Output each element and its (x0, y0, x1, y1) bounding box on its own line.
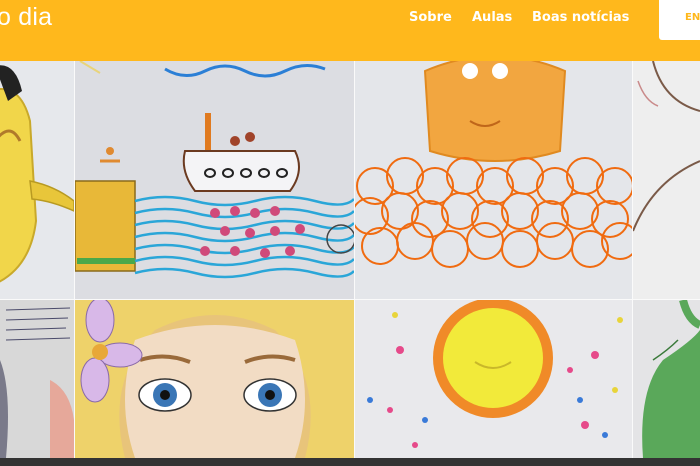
gallery-tile-text[interactable] (0, 300, 74, 458)
orange-sun-drawing-image (355, 61, 632, 299)
girl-drawing-image (75, 300, 354, 458)
ship-drawing-image (75, 61, 354, 299)
kettle-drawing-image (0, 61, 74, 299)
nav-link-aulas[interactable]: Aulas (472, 10, 512, 25)
sketch-drawing-image (633, 61, 700, 299)
gallery-tile-sketch[interactable] (633, 61, 700, 299)
text-drawing-image (0, 300, 74, 458)
site-header: o dia Sobre Aulas Boas notícias EN (0, 0, 700, 61)
site-logo-text[interactable]: o dia (0, 3, 52, 32)
gallery-tile-sun-stars[interactable] (355, 300, 632, 458)
gallery-tile-girl[interactable] (75, 300, 354, 458)
drawings-gallery (0, 61, 700, 458)
gallery-tile-orange-sun[interactable] (355, 61, 632, 299)
sun-stars-drawing-image (355, 300, 632, 458)
plant-drawing-image (633, 300, 700, 458)
language-button-label: EN (685, 12, 700, 23)
language-button[interactable]: EN (659, 0, 700, 40)
gallery-tile-kettle[interactable] (0, 61, 74, 299)
nav-link-boas-noticias[interactable]: Boas notícias (532, 10, 629, 25)
nav-link-sobre[interactable]: Sobre (409, 10, 452, 25)
footer-bar (0, 458, 700, 466)
gallery-tile-ship[interactable] (75, 61, 354, 299)
gallery-tile-plant[interactable] (633, 300, 700, 458)
